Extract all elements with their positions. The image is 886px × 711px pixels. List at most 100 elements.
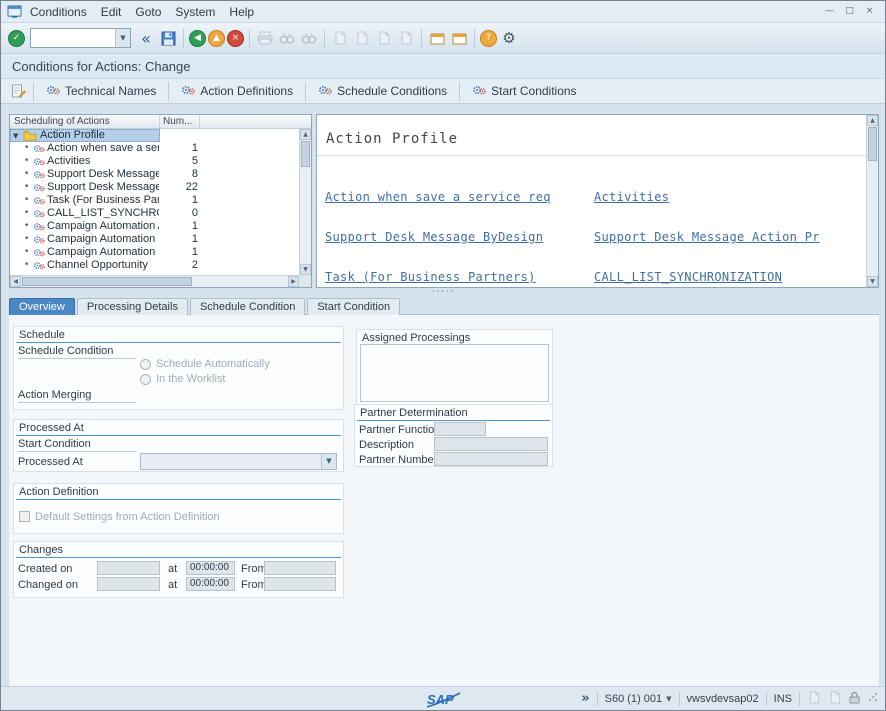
save-icon[interactable] <box>157 27 179 49</box>
tree-row[interactable]: • Support Desk Message ByDes 8 <box>10 168 299 181</box>
menu-bar: Conditions Edit Goto System Help — □ × <box>1 1 885 23</box>
tree-horizontal-scrollbar[interactable]: ◀ ▶ <box>10 275 299 287</box>
resize-grip-icon[interactable] <box>867 691 879 706</box>
tree-item-num: 1 <box>160 246 198 259</box>
minimize-button[interactable]: — <box>821 4 838 19</box>
scrollbar-thumb[interactable] <box>868 127 877 161</box>
technical-names-button[interactable]: Technical Names <box>38 82 164 101</box>
bullet-icon: • <box>24 181 29 194</box>
system-session-selector[interactable]: S60 (1) 001 ▼ <box>605 693 672 705</box>
combobox-dropdown-icon[interactable]: ▼ <box>321 454 336 469</box>
scroll-left-icon[interactable]: ◀ <box>10 276 21 287</box>
processed-at-combobox[interactable]: ▼ <box>140 453 337 470</box>
action-definitions-label: Action Definitions <box>200 84 293 98</box>
message-list-icon[interactable]: » <box>581 691 589 706</box>
collapse-toolbar-icon[interactable]: « <box>135 27 157 49</box>
menu-system[interactable]: System <box>168 3 222 21</box>
menu-goto[interactable]: Goto <box>128 3 168 21</box>
bullet-icon: • <box>24 155 29 168</box>
tab-overview[interactable]: Overview <box>9 298 75 315</box>
column-header-scheduling[interactable]: Scheduling of Actions <box>10 115 160 128</box>
created-time-field: 00:00:00 <box>186 561 235 575</box>
tree-row-root[interactable]: ▼ Action Profile <box>10 129 299 142</box>
start-conditions-button[interactable]: Start Conditions <box>464 82 584 101</box>
svg-text:SAP: SAP <box>427 692 454 707</box>
partner-number-label: Partner Number <box>359 454 437 466</box>
scroll-right-icon[interactable]: ▶ <box>288 276 299 287</box>
bullet-icon: • <box>24 207 29 220</box>
start-condition-label: Start Condition <box>18 438 136 452</box>
tree-row[interactable]: • Task (For Business Partners) 1 <box>10 194 299 207</box>
scroll-up-icon[interactable]: ▲ <box>867 115 878 126</box>
action-definitions-button[interactable]: Action Definitions <box>173 82 301 101</box>
window-icon <box>5 4 23 20</box>
tab-strip: Overview Processing Details Schedule Con… <box>9 298 400 315</box>
tree-vertical-scrollbar[interactable]: ▲ ▼ <box>299 129 311 275</box>
back-icon[interactable]: ◀ <box>189 30 206 47</box>
command-field[interactable] <box>31 29 115 47</box>
enter-button[interactable]: ✓ <box>8 30 25 47</box>
menu-help[interactable]: Help <box>222 3 261 21</box>
partner-function-field <box>434 422 486 436</box>
cancel-icon[interactable]: × <box>227 30 244 47</box>
help-icon[interactable]: ? <box>480 30 497 47</box>
action-merging-label: Action Merging <box>18 389 136 403</box>
column-header-num[interactable]: Num... <box>160 115 200 128</box>
scroll-down-icon[interactable]: ▼ <box>300 264 311 275</box>
create-shortcut-icon[interactable] <box>448 27 470 49</box>
radio-icon <box>140 374 151 385</box>
new-session-icon[interactable] <box>426 27 448 49</box>
scrollbar-thumb[interactable] <box>301 141 310 167</box>
assigned-processings-list[interactable] <box>360 344 549 402</box>
schedule-conditions-icon <box>318 84 332 99</box>
changed-on-label: Changed on <box>18 579 78 591</box>
scroll-down-icon[interactable]: ▼ <box>867 276 878 287</box>
from-label: From <box>241 563 267 575</box>
tree-row[interactable]: • CALL_LIST_SYNCHRONIZATI 0 <box>10 207 299 220</box>
customize-icon[interactable]: ⚙ <box>498 27 520 49</box>
next-page-icon <box>373 27 395 49</box>
detail-link[interactable]: Support Desk Message Action Pr <box>594 230 820 244</box>
tree-row[interactable]: • Action when save a service r 1 <box>10 142 299 155</box>
description-label: Description <box>359 439 414 451</box>
schedule-conditions-button[interactable]: Schedule Conditions <box>310 82 455 101</box>
tree-item-label: Campaign Automation Activit <box>47 220 159 233</box>
partner-determination-title: Partner Determination <box>360 407 468 419</box>
scheduling-tree-panel: Scheduling of Actions Num... ▼ Action Pr… <box>9 114 312 288</box>
tree-row[interactable]: • Channel Opportunity 2 <box>10 259 299 272</box>
tab-schedule-condition[interactable]: Schedule Condition <box>190 298 305 315</box>
tree-row[interactable]: • Campaign Automation Intern 1 <box>10 233 299 246</box>
tree-row[interactable]: • Campaign Automation Lead 1 <box>10 246 299 259</box>
created-from-field <box>264 561 336 575</box>
maximize-button[interactable]: □ <box>841 4 858 19</box>
display-change-icon[interactable] <box>7 80 29 102</box>
changed-from-field <box>264 577 336 591</box>
processed-at-label: Processed At <box>18 456 83 468</box>
schedule-conditions-label: Schedule Conditions <box>337 84 447 98</box>
detail-link[interactable]: Task (For Business Partners) <box>325 270 536 284</box>
tree-row[interactable]: • Campaign Automation Activit 1 <box>10 220 299 233</box>
print-icon <box>254 27 276 49</box>
detail-link[interactable]: Action when save a service req <box>325 190 551 204</box>
tree-row[interactable]: • Support Desk Message Action 22 <box>10 181 299 194</box>
tree-item-label: Action when save a service r <box>47 142 159 155</box>
menu-conditions[interactable]: Conditions <box>23 3 94 21</box>
detail-vertical-scrollbar[interactable]: ▲ ▼ <box>866 115 878 287</box>
tree-row[interactable]: • Activities 5 <box>10 155 299 168</box>
close-button[interactable]: × <box>861 4 878 19</box>
tree-item-num: 22 <box>160 181 198 194</box>
command-dropdown-icon[interactable]: ▼ <box>115 29 130 47</box>
expander-icon[interactable]: ▼ <box>13 132 18 140</box>
command-field-wrap: ▼ <box>30 28 131 48</box>
scroll-up-icon[interactable]: ▲ <box>300 129 311 140</box>
lock-icon <box>849 691 860 707</box>
scrollbar-thumb[interactable] <box>22 277 192 286</box>
tab-start-condition[interactable]: Start Condition <box>307 298 400 315</box>
splitter-handle[interactable]: ····· <box>431 288 454 295</box>
detail-link[interactable]: CALL_LIST_SYNCHRONIZATION <box>594 270 782 284</box>
exit-icon[interactable]: ▲ <box>208 30 225 47</box>
detail-link[interactable]: Support Desk Message ByDesign <box>325 230 543 244</box>
tab-processing-details[interactable]: Processing Details <box>77 298 188 315</box>
menu-edit[interactable]: Edit <box>94 3 129 21</box>
detail-link[interactable]: Activities <box>594 190 669 204</box>
